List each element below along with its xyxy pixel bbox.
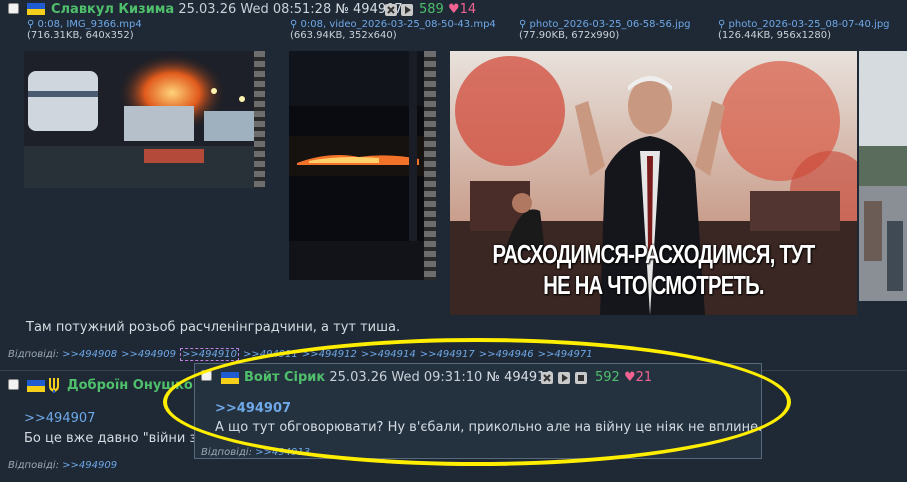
image-thumbnail[interactable] — [859, 51, 907, 301]
poster-name: Славкул Кизима — [51, 2, 175, 17]
image-thumbnail[interactable]: РАСХОДИМСЯ-РАСХОДИМСЯ, ТУТ НЕ НА ЧТО СМО… — [450, 51, 857, 315]
file-info: ⚲ photo_2026-03-25_08-07-40.jpg (126.44K… — [718, 19, 890, 41]
film-strip — [424, 51, 436, 280]
post-body: Там потужний розьоб расчленінградчини, а… — [26, 320, 401, 335]
post-select-checkbox[interactable] — [8, 379, 19, 390]
post-datetime: 25.03.26 Wed 09:31:10 — [329, 370, 483, 385]
file-size: (77.90KB, 672x990) — [519, 30, 620, 41]
magnifier-icon[interactable]: ⚲ — [27, 19, 34, 30]
replies-list: Відповіді: >>494909 — [8, 460, 121, 471]
ukraine-flag-icon — [221, 372, 239, 384]
post-select-checkbox[interactable] — [201, 370, 212, 381]
magnifier-icon[interactable]: ⚲ — [290, 19, 297, 30]
reply-link[interactable]: >>494946 — [479, 349, 534, 360]
quote-link[interactable]: >>494907 — [215, 401, 291, 416]
reply-link[interactable]: >>494911 — [243, 349, 298, 360]
ukraine-flag-icon — [27, 3, 45, 15]
video-thumbnail[interactable] — [289, 51, 436, 280]
post-count: 592 — [595, 370, 620, 385]
post-select-checkbox[interactable] — [8, 3, 19, 14]
post-stats: 592 ♥21 — [595, 370, 652, 385]
reply-link-active[interactable]: >>494910 — [180, 348, 239, 361]
magnifier-icon[interactable]: ⚲ — [718, 19, 725, 30]
reply-link[interactable]: >>494914 — [361, 349, 416, 360]
caption-line: НЕ НА ЧТО СМОТРЕТЬ. — [543, 270, 764, 300]
video-thumbnail[interactable] — [24, 51, 265, 188]
reply-link[interactable]: >>494913 — [255, 447, 310, 458]
post-preview-popup: Войт Сірик 25.03.26 Wed 09:31:10 № 49491… — [194, 363, 762, 459]
film-strip — [254, 51, 265, 188]
replies-label: Відповіді: — [8, 460, 59, 471]
poster-name: Войт Сірик — [244, 370, 326, 385]
reply-link[interactable]: >>494917 — [420, 349, 475, 360]
reply-link[interactable]: >>494909 — [62, 460, 117, 471]
heart-icon[interactable]: ♥ — [624, 370, 636, 385]
file-link[interactable]: photo_2026-03-25_06-58-56.jpg — [530, 19, 691, 30]
file-size: (663.94KB, 352x640) — [290, 30, 397, 41]
reply-link[interactable]: >>494971 — [538, 349, 593, 360]
poster-name: Доброїн Онушко — [67, 378, 193, 393]
post-header: Славкул Кизима 25.03.26 Wed 08:51:28 № 4… — [51, 2, 403, 17]
file-link[interactable]: photo_2026-03-25_08-07-40.jpg — [729, 19, 890, 30]
play-icon[interactable] — [558, 372, 570, 384]
post-body: А що тут обговорювати? Ну в'єбали, прико… — [215, 420, 763, 435]
post-header: Войт Сірик 25.03.26 Wed 09:31:10 № 49491… — [244, 370, 554, 385]
post-stats: 589 ♥14 — [419, 2, 476, 17]
like-count: 14 — [459, 2, 477, 17]
reply-link[interactable]: >>494912 — [302, 349, 357, 360]
replies-label: Відповіді: — [201, 447, 252, 458]
file-link[interactable]: 0:08, video_2026-03-25_08-50-43.mp4 — [301, 19, 496, 30]
file-info: ⚲ photo_2026-03-25_06-58-56.jpg (77.90KB… — [519, 19, 691, 41]
play-icon[interactable] — [401, 4, 413, 16]
file-info: ⚲ 0:08, IMG_9366.mp4 (716.31KB, 640x352) — [27, 19, 142, 41]
file-link[interactable]: 0:08, IMG_9366.mp4 — [38, 19, 142, 30]
file-size: (126.44KB, 956x1280) — [718, 30, 832, 41]
reply-link[interactable]: >>494909 — [121, 349, 176, 360]
quote-link[interactable]: >>494907 — [24, 411, 95, 426]
stop-icon[interactable] — [575, 372, 587, 384]
hide-icon[interactable] — [385, 4, 397, 16]
like-count: 21 — [635, 370, 653, 385]
post-count: 589 — [419, 2, 444, 17]
ukraine-flag-icon — [27, 380, 45, 392]
caption-line: РАСХОДИМСЯ-РАСХОДИМСЯ, ТУТ — [492, 239, 816, 269]
meme-caption: РАСХОДИМСЯ-РАСХОДИМСЯ, ТУТ НЕ НА ЧТО СМО… — [464, 239, 844, 301]
file-size: (716.31KB, 640x352) — [27, 30, 134, 41]
replies-list: Відповіді: >>494908 >>494909 >>494910 >>494… — [8, 348, 597, 361]
file-info: ⚲ 0:08, video_2026-03-25_08-50-43.mp4 (6… — [290, 19, 496, 41]
hide-icon[interactable] — [541, 372, 553, 384]
reply-link[interactable]: >>494908 — [62, 349, 117, 360]
post-header: Доброїн Онушко 2 — [67, 378, 205, 393]
trident-icon — [47, 376, 61, 394]
magnifier-icon[interactable]: ⚲ — [519, 19, 526, 30]
heart-icon[interactable]: ♥ — [448, 2, 460, 17]
post-body: Бо це вже давно "війни з — [24, 431, 197, 446]
post-datetime: 25.03.26 Wed 08:51:28 — [178, 2, 332, 17]
replies-list: Відповіді: >>494913 — [201, 447, 314, 458]
replies-label: Відповіді: — [8, 349, 59, 360]
